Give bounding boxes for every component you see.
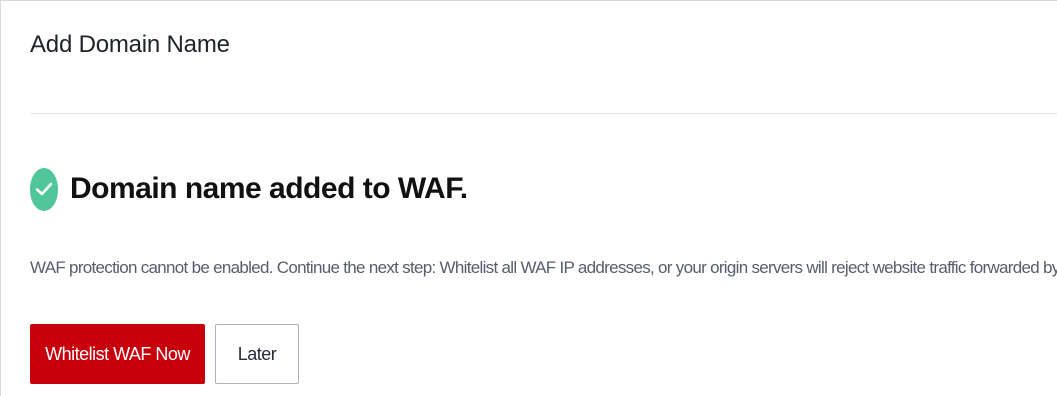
action-buttons: Whitelist WAF Now Later <box>30 324 299 384</box>
success-title: Domain name added to WAF. <box>70 172 468 205</box>
later-button[interactable]: Later <box>215 324 299 384</box>
header-divider <box>30 113 1057 114</box>
add-domain-result-panel: Add Domain Name Domain name added to WAF… <box>0 0 1057 396</box>
whitelist-notice-text: WAF protection cannot be enabled. Contin… <box>30 258 1057 277</box>
check-circle-icon <box>30 167 58 211</box>
page-title: Add Domain Name <box>30 31 230 58</box>
whitelist-waf-now-button[interactable]: Whitelist WAF Now <box>30 324 205 384</box>
success-message-row: Domain name added to WAF. <box>30 167 468 211</box>
